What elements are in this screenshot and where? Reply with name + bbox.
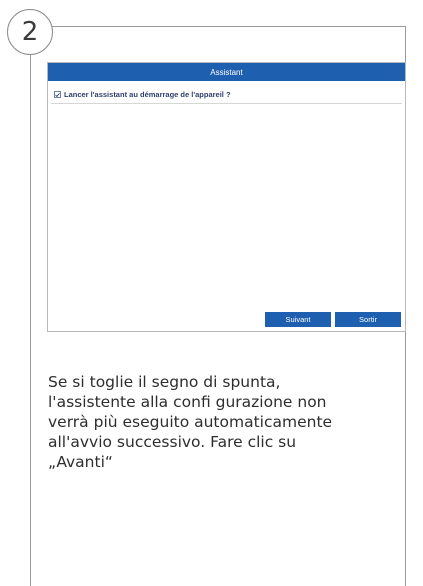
instruction-line: Se si toglie il segno di spunta,: [48, 373, 281, 391]
step-number-badge: 2: [7, 9, 53, 55]
instruction-line: verrà più eseguito automaticamente: [48, 413, 333, 431]
instruction-line: all'avvio successivo. Fare clic su: [48, 433, 297, 451]
launch-assistant-label: Lancer l'assistant au démarrage de l'app…: [64, 90, 231, 99]
dialog-button-bar: Suivant Sortir: [265, 312, 401, 327]
instruction-text: Se si toglie il segno di spunta, l'assis…: [48, 372, 398, 472]
instruction-line: „Avanti“: [48, 453, 113, 471]
step-number: 2: [21, 17, 39, 47]
assistant-dialog: Assistant Lancer l'assistant au démarrag…: [47, 62, 406, 332]
dialog-titlebar: Assistant: [48, 63, 405, 81]
exit-button[interactable]: Sortir: [335, 312, 401, 327]
checkmark-icon: [55, 92, 60, 97]
dialog-title: Assistant: [210, 67, 243, 77]
launch-assistant-option[interactable]: Lancer l'assistant au démarrage de l'app…: [54, 90, 231, 99]
option-divider: [51, 103, 402, 104]
next-button[interactable]: Suivant: [265, 312, 331, 327]
launch-assistant-checkbox[interactable]: [54, 91, 61, 98]
instruction-line: l'assistente alla confi gurazione non: [48, 393, 327, 411]
